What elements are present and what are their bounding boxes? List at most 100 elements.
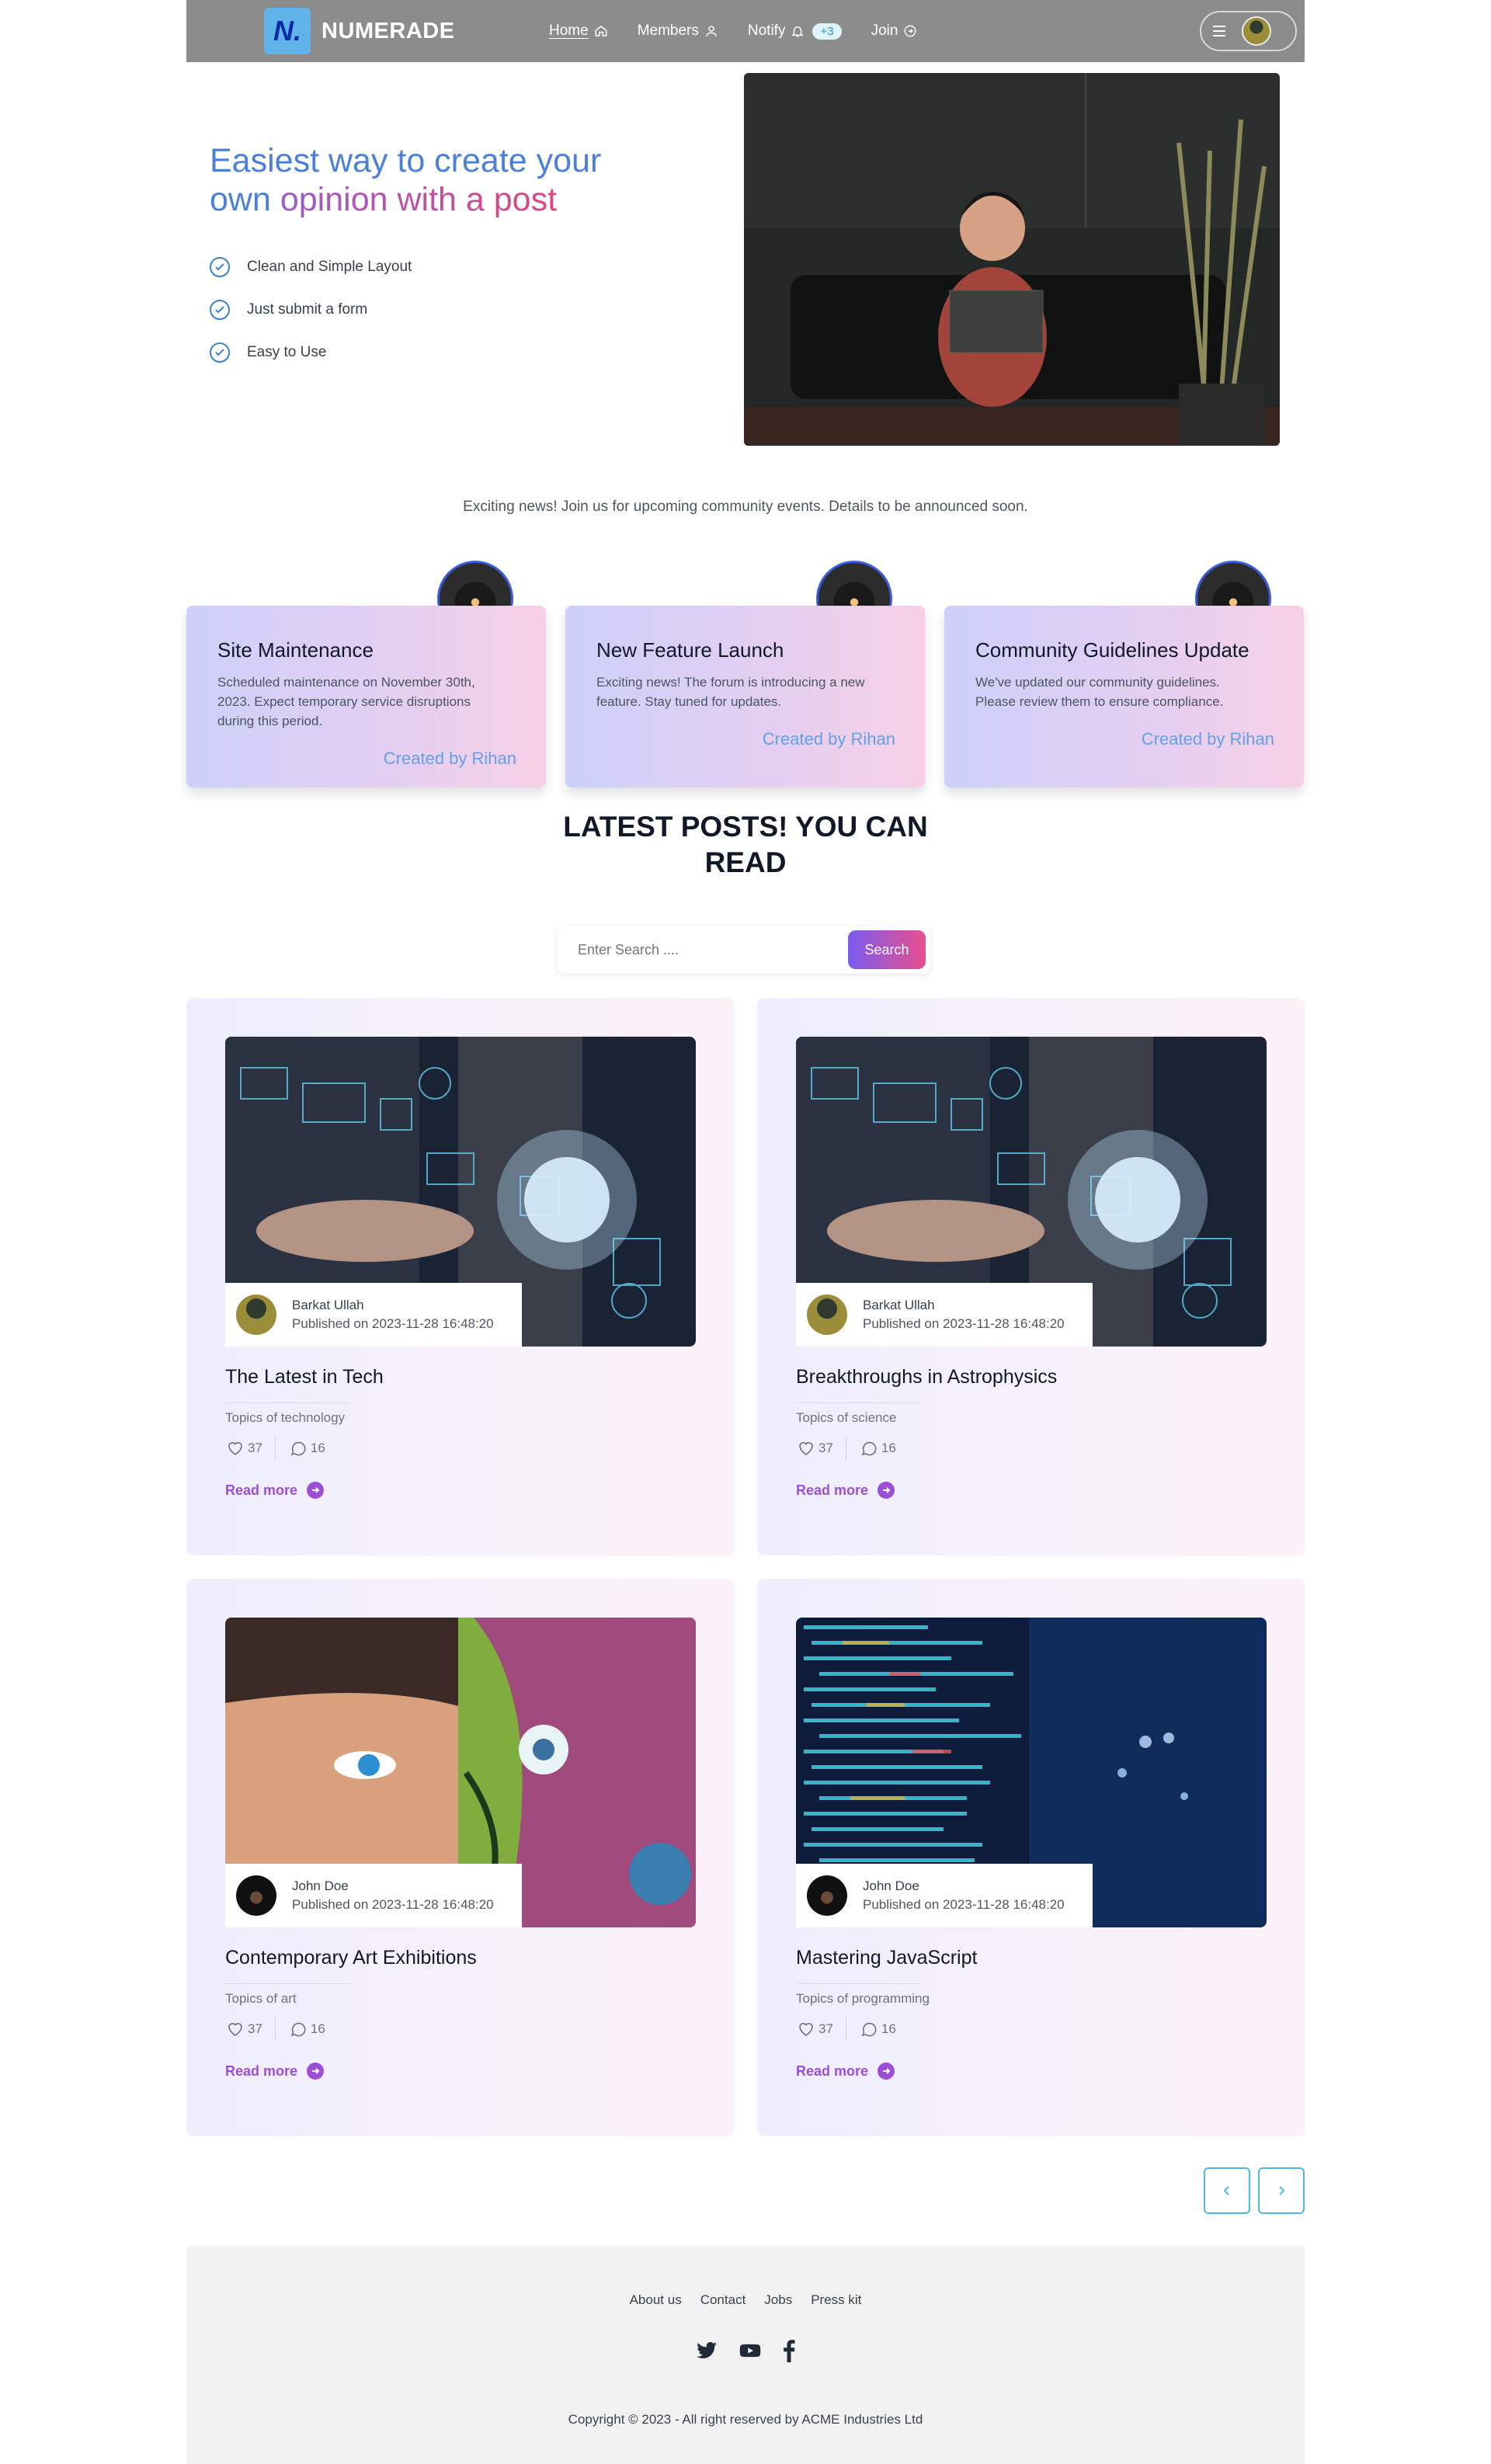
arrow-right-circle-icon: [307, 1482, 325, 1499]
comment-icon: [861, 2022, 877, 2037]
post-stats: 37 16: [796, 1437, 896, 1460]
footer-link-press-kit[interactable]: Press kit: [811, 2292, 861, 2308]
prev-page-button[interactable]: [1204, 2167, 1250, 2214]
check-circle-icon: [210, 342, 230, 363]
nav-link-home[interactable]: Home: [549, 23, 608, 40]
stat-separator: [274, 1437, 276, 1460]
like-stat[interactable]: 37: [225, 1439, 262, 1458]
comment-count: 16: [310, 1441, 325, 1455]
post-stats: 37 16: [796, 2017, 896, 2041]
comment-stat[interactable]: 16: [859, 2020, 896, 2038]
post-divider: [225, 1402, 349, 1403]
arrow-right-circle-icon: [878, 1482, 895, 1499]
post-title[interactable]: Mastering JavaScript: [796, 1947, 977, 1969]
post-divider: [225, 1983, 349, 1984]
hero-feature-label: Clean and Simple Layout: [247, 258, 412, 275]
comment-icon: [290, 2022, 306, 2037]
post-author-box: John Doe Published on 2023-11-28 16:48:2…: [796, 1864, 1093, 1927]
hero-title-highlight: opinion with a post: [280, 181, 558, 218]
youtube-icon[interactable]: [738, 2340, 763, 2365]
footer-link-about[interactable]: About us: [630, 2292, 682, 2308]
post-title[interactable]: Breakthroughs in Astrophysics: [796, 1366, 1057, 1388]
footer-link-jobs[interactable]: Jobs: [764, 2292, 792, 2308]
author-name: Barkat Ullah: [863, 1298, 935, 1312]
user-menu[interactable]: [1200, 11, 1297, 51]
arrow-right-circle-icon: [307, 2063, 325, 2080]
post-date: Published on 2023-11-28 16:48:20: [292, 1316, 494, 1331]
post-author-box: John Doe Published on 2023-11-28 16:48:2…: [225, 1864, 522, 1927]
like-count: 37: [248, 2021, 262, 2036]
nav-link-join[interactable]: Join: [871, 23, 918, 40]
footer-link-contact[interactable]: Contact: [700, 2292, 746, 2308]
heart-icon: [228, 2023, 242, 2036]
brand-logo[interactable]: N. NUMERADE: [264, 8, 455, 54]
twitter-icon[interactable]: [694, 2340, 719, 2365]
notify-badge: +3: [812, 23, 842, 40]
search-button[interactable]: Search: [848, 930, 926, 969]
hero-feature-list: Clean and Simple Layout Just submit a fo…: [210, 245, 412, 374]
section-title: LATEST POSTS! YOU CAN READ: [186, 809, 1305, 881]
post-card: John Doe Published on 2023-11-28 16:48:2…: [757, 1579, 1305, 2136]
read-more-link[interactable]: Read more: [796, 2063, 895, 2080]
post-title[interactable]: The Latest in Tech: [225, 1366, 384, 1388]
hero-feature: Easy to Use: [210, 331, 412, 374]
post-title[interactable]: Contemporary Art Exhibitions: [225, 1947, 477, 1969]
comment-count: 16: [881, 1441, 896, 1455]
post-topic: Topics of science: [796, 1410, 897, 1425]
hero-feature-label: Easy to Use: [247, 343, 327, 360]
comment-count: 16: [310, 2021, 325, 2036]
comment-icon: [861, 1441, 877, 1456]
heart-icon: [799, 2023, 813, 2036]
nav-link-notify[interactable]: Notify +3: [748, 23, 842, 40]
hero-title-line2: own opinion with a post: [210, 180, 676, 219]
footer-copyright: Copyright © 2023 - All right reserved by…: [568, 2412, 923, 2427]
top-navbar: N. NUMERADE Home Members Notify +3 Join: [186, 0, 1305, 62]
author-name: John Doe: [863, 1878, 919, 1893]
post-date: Published on 2023-11-28 16:48:20: [863, 1316, 1065, 1331]
check-circle-icon: [210, 299, 230, 320]
section-title-line1: LATEST POSTS! YOU CAN: [563, 811, 928, 843]
facebook-icon[interactable]: [781, 2339, 797, 2366]
post-author-box: Barkat Ullah Published on 2023-11-28 16:…: [796, 1283, 1093, 1347]
hero-image: [744, 73, 1280, 446]
like-stat[interactable]: 37: [796, 2020, 833, 2038]
read-more-link[interactable]: Read more: [796, 1482, 895, 1499]
info-card-author: Created by Rihan: [762, 729, 895, 749]
check-circle-icon: [210, 256, 230, 277]
comment-stat[interactable]: 16: [288, 2020, 325, 2038]
read-more-label: Read more: [225, 2063, 298, 2079]
read-more-label: Read more: [225, 1482, 298, 1498]
author-avatar: [236, 1295, 276, 1335]
comment-stat[interactable]: 16: [859, 1439, 896, 1458]
logo-mark: N.: [264, 8, 311, 54]
home-icon: [595, 26, 607, 36]
footer-social-links: [186, 2339, 1305, 2366]
read-more-link[interactable]: Read more: [225, 2063, 325, 2080]
info-card-author: Created by Rihan: [1141, 729, 1274, 749]
read-more-link[interactable]: Read more: [225, 1482, 325, 1499]
comment-stat[interactable]: 16: [288, 1439, 325, 1458]
footer-links: About us Contact Jobs Press kit: [186, 2292, 1305, 2308]
post-card: John Doe Published on 2023-11-28 16:48:2…: [186, 1579, 735, 2136]
like-stat[interactable]: 37: [796, 1439, 833, 1458]
heart-icon: [228, 1442, 242, 1455]
hero-title-own: own: [210, 181, 271, 218]
search-input[interactable]: [578, 941, 848, 958]
info-card-title: Site Maintenance: [217, 638, 374, 662]
nav-link-join-label: Join: [871, 23, 898, 39]
nav-link-members[interactable]: Members: [638, 23, 718, 40]
comment-count: 16: [881, 2021, 896, 2036]
chevron-right-icon: [1279, 2186, 1285, 2195]
hero-title-line1: Easiest way to create your: [210, 142, 602, 179]
comment-icon: [290, 1441, 306, 1456]
like-stat[interactable]: 37: [225, 2020, 262, 2038]
arrow-right-circle-icon: [878, 2063, 895, 2080]
hero-feature-label: Just submit a form: [247, 301, 368, 318]
arrow-right-circle-icon: [904, 25, 916, 37]
brand-name: NUMERADE: [321, 18, 455, 43]
nav-links: Home Members Notify +3 Join: [549, 0, 947, 62]
hero-feature: Just submit a form: [210, 288, 412, 331]
hero-title: Easiest way to create your own opinion w…: [210, 141, 676, 219]
info-card: Community Guidelines Update We've update…: [944, 606, 1304, 787]
next-page-button[interactable]: [1258, 2167, 1305, 2214]
